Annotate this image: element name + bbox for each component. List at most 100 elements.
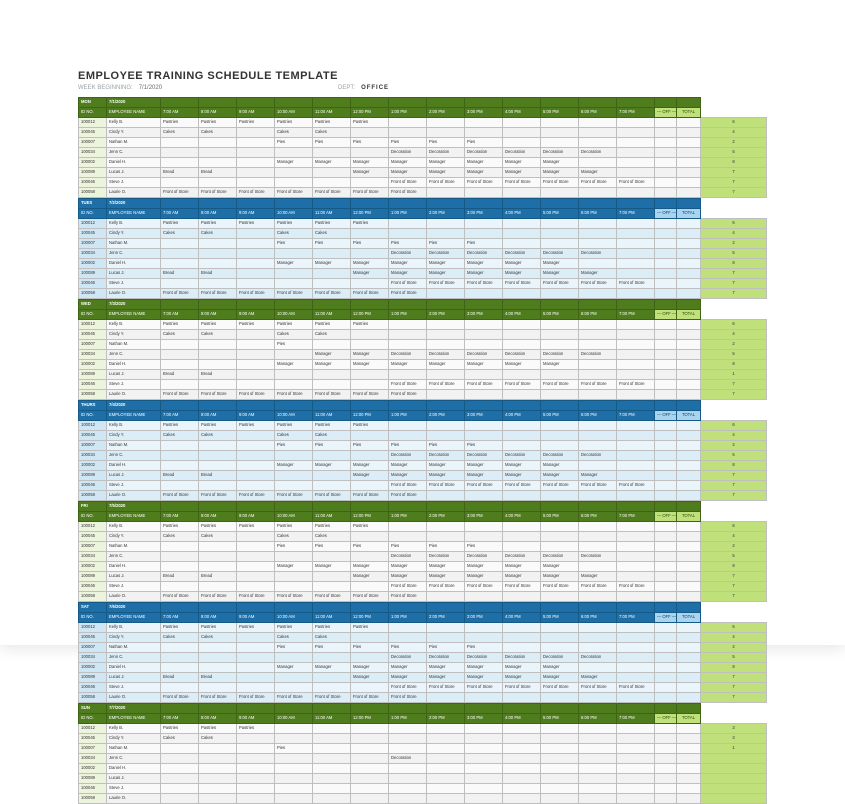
schedule-cell — [161, 794, 199, 804]
schedule-cell — [465, 431, 503, 441]
schedule-cell: Front of Store — [427, 683, 465, 693]
schedule-cell — [541, 239, 579, 249]
schedule-cell — [237, 582, 275, 592]
schedule-cell — [389, 532, 427, 542]
schedule-cell — [541, 320, 579, 330]
off-cell — [677, 330, 701, 340]
employee-name: Lucas J. — [107, 471, 161, 481]
schedule-cell: Front of Store — [389, 390, 427, 400]
employee-id: 100034 — [79, 451, 107, 461]
schedule-cell: Pastries — [199, 421, 237, 431]
schedule-cell: Cakes — [275, 633, 313, 643]
schedule-cell — [617, 673, 655, 683]
schedule-cell: Manager — [313, 461, 351, 471]
schedule-cell — [199, 643, 237, 653]
schedule-cell: Manager — [503, 158, 541, 168]
schedule-cell: Manager — [579, 572, 617, 582]
column-header: — OFF — — [655, 209, 677, 219]
schedule-cell: Manager — [541, 663, 579, 673]
off-cell — [677, 451, 701, 461]
total-cell: 7 — [701, 572, 767, 582]
schedule-cell — [617, 663, 655, 673]
total-cell: 4 — [701, 633, 767, 643]
schedule-cell: Pies — [313, 643, 351, 653]
schedule-cell: Manager — [579, 168, 617, 178]
schedule-cell: Cakes — [199, 532, 237, 542]
schedule-cell — [655, 643, 677, 653]
schedule-cell — [655, 461, 677, 471]
column-header: — OFF — — [655, 411, 677, 421]
employee-name: Lucas J. — [107, 168, 161, 178]
schedule-cell: Manager — [389, 269, 427, 279]
schedule-cell: Pies — [427, 441, 465, 451]
schedule-cell: Front of Store — [503, 582, 541, 592]
schedule-cell — [655, 633, 677, 643]
schedule-cell — [237, 633, 275, 643]
off-cell — [677, 491, 701, 501]
total-cell: 1 — [701, 370, 767, 380]
schedule-cell — [617, 229, 655, 239]
schedule-cell — [655, 229, 677, 239]
column-header: 12:00 PM — [351, 209, 389, 219]
schedule-cell — [617, 643, 655, 653]
schedule-cell: Decoration — [541, 148, 579, 158]
schedule-cell — [313, 148, 351, 158]
column-header: 6:00 PM — [579, 411, 617, 421]
schedule-cell — [161, 643, 199, 653]
off-cell — [677, 532, 701, 542]
schedule-cell — [579, 542, 617, 552]
schedule-cell: Cakes — [313, 532, 351, 542]
schedule-cell — [389, 724, 427, 734]
schedule-cell: Manager — [503, 269, 541, 279]
employee-id: 100002 — [79, 360, 107, 370]
schedule-cell: Pies — [313, 138, 351, 148]
off-cell — [677, 128, 701, 138]
employee-name: Cindy Y. — [107, 532, 161, 542]
column-header: 11:00 AM — [313, 209, 351, 219]
schedule-cell — [199, 239, 237, 249]
total-cell: 6 — [701, 118, 767, 128]
schedule-cell — [617, 461, 655, 471]
schedule-cell — [351, 481, 389, 491]
employee-id: 100046 — [79, 380, 107, 390]
schedule-cell — [617, 491, 655, 501]
schedule-cell — [617, 451, 655, 461]
schedule-cell: Manager — [427, 461, 465, 471]
schedule-cell — [275, 148, 313, 158]
schedule-cell — [237, 259, 275, 269]
schedule-cell: Manager — [389, 663, 427, 673]
employee-id: 100046 — [79, 178, 107, 188]
schedule-cell — [503, 128, 541, 138]
column-header: 7:00 PM — [617, 512, 655, 522]
schedule-cell: Decoration — [427, 552, 465, 562]
schedule-cell — [275, 754, 313, 764]
schedule-cell: Front of Store — [389, 188, 427, 198]
schedule-cell — [199, 178, 237, 188]
total-cell: 8 — [701, 663, 767, 673]
employee-id: 100034 — [79, 754, 107, 764]
schedule-cell: Front of Store — [617, 178, 655, 188]
column-header: 3:00 PM — [465, 512, 503, 522]
employee-id: 100034 — [79, 653, 107, 663]
employee-name: Laurie O. — [107, 390, 161, 400]
schedule-cell: Front of Store — [541, 582, 579, 592]
schedule-cell — [579, 663, 617, 673]
day-date: 7/6/2020 — [107, 603, 161, 613]
schedule-cell: Pastries — [351, 421, 389, 431]
schedule-cell: Decoration — [389, 653, 427, 663]
schedule-cell — [503, 754, 541, 764]
schedule-cell — [655, 764, 677, 774]
column-header: 2:00 PM — [427, 613, 465, 623]
employee-name: Daniel H. — [107, 461, 161, 471]
employee-name: Cindy Y. — [107, 633, 161, 643]
schedule-cell: Pies — [313, 542, 351, 552]
column-header: 12:00 PM — [351, 108, 389, 118]
schedule-cell — [655, 451, 677, 461]
column-header: 7:00 PM — [617, 209, 655, 219]
schedule-cell — [351, 784, 389, 794]
schedule-cell — [617, 754, 655, 764]
schedule-cell — [541, 219, 579, 229]
schedule-cell: Manager — [351, 350, 389, 360]
schedule-cell — [579, 764, 617, 774]
schedule-cell: Manager — [351, 269, 389, 279]
